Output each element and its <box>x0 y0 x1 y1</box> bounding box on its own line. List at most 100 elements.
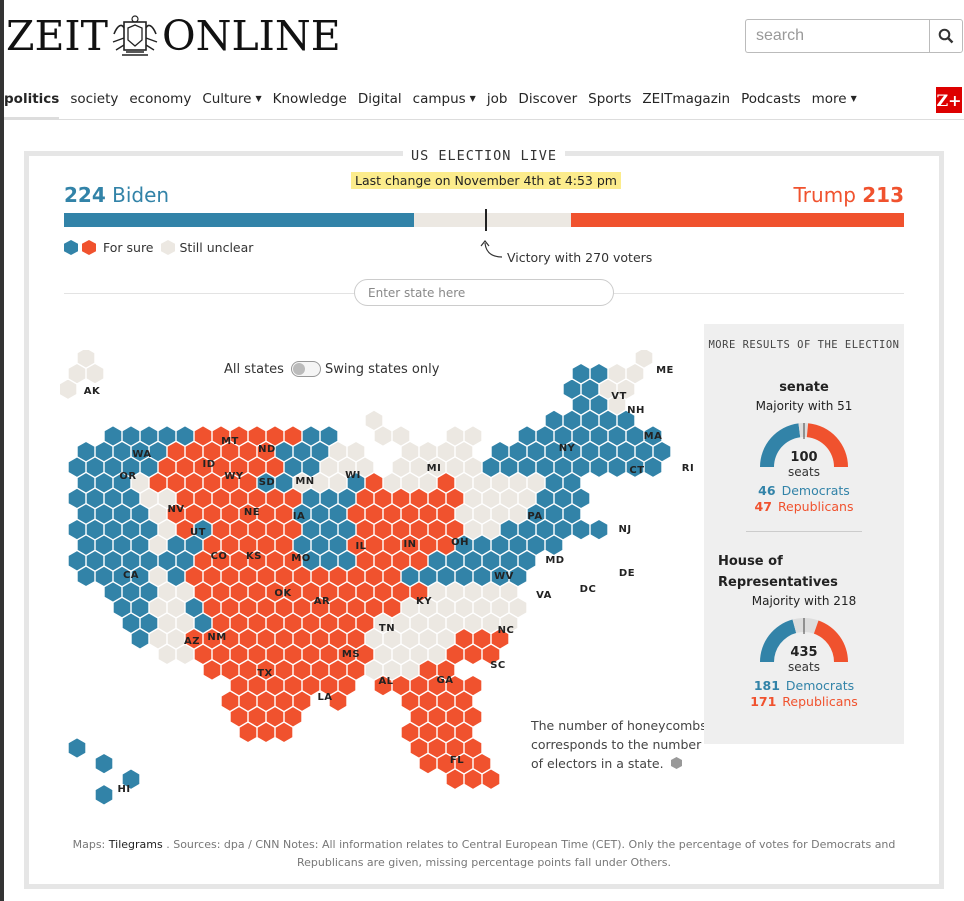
main-navigation: politics society economy Culture ▼ Knowledge D… <box>4 82 964 120</box>
hex-tile-fl[interactable] <box>445 768 465 791</box>
hex-tile-fl[interactable] <box>418 752 438 775</box>
state-label-ct: CT <box>629 465 644 476</box>
biden-name: Biden <box>112 183 170 207</box>
hex-tile-ca[interactable] <box>130 627 150 650</box>
source-footer: Maps: Tilegrams . Sources: dpa / CNN Not… <box>40 836 928 872</box>
hex-tile-ri[interactable] <box>643 456 663 479</box>
hex-tile-ct[interactable] <box>607 456 627 479</box>
nav-item-label: more <box>811 91 847 107</box>
hex-tile-az[interactable] <box>175 643 195 666</box>
threshold-marker <box>484 209 487 231</box>
hex-tile-nj[interactable] <box>589 518 609 541</box>
biden-votes: 224 <box>64 183 106 207</box>
nav-item-knowledge[interactable]: Knowledge <box>273 82 347 120</box>
footer-notes: . Sources: dpa / CNN Notes: All informat… <box>166 838 896 869</box>
hex-tile-ak[interactable] <box>60 378 78 401</box>
senate-rep-label: Republicans <box>777 499 854 514</box>
nav-item-more[interactable]: more ▼ <box>812 82 857 120</box>
left-edge-bar <box>0 0 4 901</box>
state-label-nm: NM <box>207 632 226 643</box>
state-label-ky: KY <box>416 596 432 607</box>
site-logo[interactable]: ZEIT ONLINE <box>6 12 341 60</box>
logo-text-left: ZEIT <box>6 12 108 60</box>
more-results-panel: MORE RESULTS OF THE ELECTION senate Majo… <box>704 324 904 744</box>
curved-arrow-icon <box>480 240 503 258</box>
state-label-ak: AK <box>84 386 101 397</box>
search-icon <box>938 28 954 44</box>
state-label-ia: IA <box>293 511 305 522</box>
nav-item-label: campus <box>412 91 466 107</box>
state-label-oh: OH <box>451 537 469 548</box>
nav-item-politics[interactable]: politics <box>4 82 60 120</box>
state-label-az: AZ <box>184 636 200 647</box>
legend-unclear: Still unclear <box>179 240 254 255</box>
hex-tile-de[interactable] <box>544 534 564 557</box>
hex-tile-fl[interactable] <box>481 768 501 791</box>
state-label-al: AL <box>378 676 393 687</box>
house-majority: Majority with 218 <box>751 594 857 608</box>
state-label-pa: PA <box>527 511 542 522</box>
search-button[interactable] <box>929 19 963 53</box>
hex-tile-az[interactable] <box>157 643 177 666</box>
trump-count: Trump 213 <box>794 183 904 207</box>
state-label-dc: DC <box>580 584 597 595</box>
hex-tile-tx[interactable] <box>274 721 294 744</box>
hex-tile-sc[interactable] <box>463 643 483 666</box>
nav-item-label: Sports <box>588 91 632 107</box>
state-label-ne: NE <box>244 507 260 518</box>
state-search-input[interactable] <box>354 279 614 306</box>
logo-text-right: ONLINE <box>161 12 341 60</box>
nav-item-digital[interactable]: Digital <box>358 82 402 120</box>
nav-item-podcasts[interactable]: Podcasts <box>741 82 801 120</box>
nav-item-zeitmagazin[interactable]: ZEITmagazin <box>642 82 730 120</box>
hex-tile-ca[interactable] <box>76 565 96 588</box>
trump-votes: 213 <box>862 183 904 207</box>
hex-tile-tx[interactable] <box>238 721 258 744</box>
nav-item-society[interactable]: society <box>70 82 118 120</box>
hex-tile-ak[interactable] <box>85 362 105 385</box>
footer-maps-prefix: Maps: <box>72 838 106 851</box>
nav-item-label: Podcasts <box>741 91 801 107</box>
hex-tile-tx[interactable] <box>202 659 222 681</box>
nav-item-economy[interactable]: economy <box>129 82 191 120</box>
state-label-sc: SC <box>490 660 506 671</box>
hex-tile-nj[interactable] <box>571 518 591 541</box>
hex-tile-tx[interactable] <box>256 721 276 744</box>
nav-item-job[interactable]: job <box>487 82 508 120</box>
state-label-md: MD <box>545 555 564 566</box>
state-label-de: DE <box>619 568 635 579</box>
nav-item-culture[interactable]: Culture ▼ <box>202 82 261 120</box>
senate-rep-count: 47 <box>754 499 772 514</box>
state-label-co: CO <box>211 551 228 562</box>
rep-hex-icon <box>82 240 96 255</box>
nav-item-label: Discover <box>518 91 578 107</box>
state-label-sd: SD <box>259 477 276 488</box>
nav-item-campus[interactable]: campus ▼ <box>413 82 476 120</box>
state-label-ks: KS <box>246 551 262 562</box>
state-label-ar: AR <box>314 596 330 607</box>
hex-tile-wi[interactable] <box>373 425 393 447</box>
caret-down-icon: ▼ <box>469 94 476 103</box>
tilegrams-link[interactable]: Tilegrams <box>109 838 163 851</box>
state-label-tn: TN <box>379 623 395 634</box>
hex-tile-fl[interactable] <box>463 768 483 791</box>
unclear-hex-icon <box>160 240 175 255</box>
state-label-fl: FL <box>450 755 464 766</box>
nav-item-sports[interactable]: Sports <box>588 82 631 120</box>
senate-republicans: 47 Republicans <box>704 499 904 514</box>
hex-gray-icon <box>670 757 682 769</box>
panel-heading: MORE RESULTS OF THE ELECTION <box>708 339 900 351</box>
state-label-ut: UT <box>190 527 206 538</box>
nav-item-label: politics <box>4 91 60 107</box>
senate-democrats: 46 Democrats <box>704 483 904 498</box>
hex-tile-hi[interactable] <box>94 783 114 806</box>
hex-tile-ct[interactable] <box>589 456 609 479</box>
senate-majority: Majority with 51 <box>755 399 853 413</box>
state-label-me: ME <box>656 365 674 376</box>
hex-tile-hi[interactable] <box>67 737 87 759</box>
zplus-button[interactable]: Z+ <box>936 87 962 113</box>
panel-separator <box>746 531 862 532</box>
hex-tile-hi[interactable] <box>94 752 114 775</box>
search-input[interactable] <box>745 19 930 53</box>
nav-item-discover[interactable]: Discover <box>518 82 577 120</box>
